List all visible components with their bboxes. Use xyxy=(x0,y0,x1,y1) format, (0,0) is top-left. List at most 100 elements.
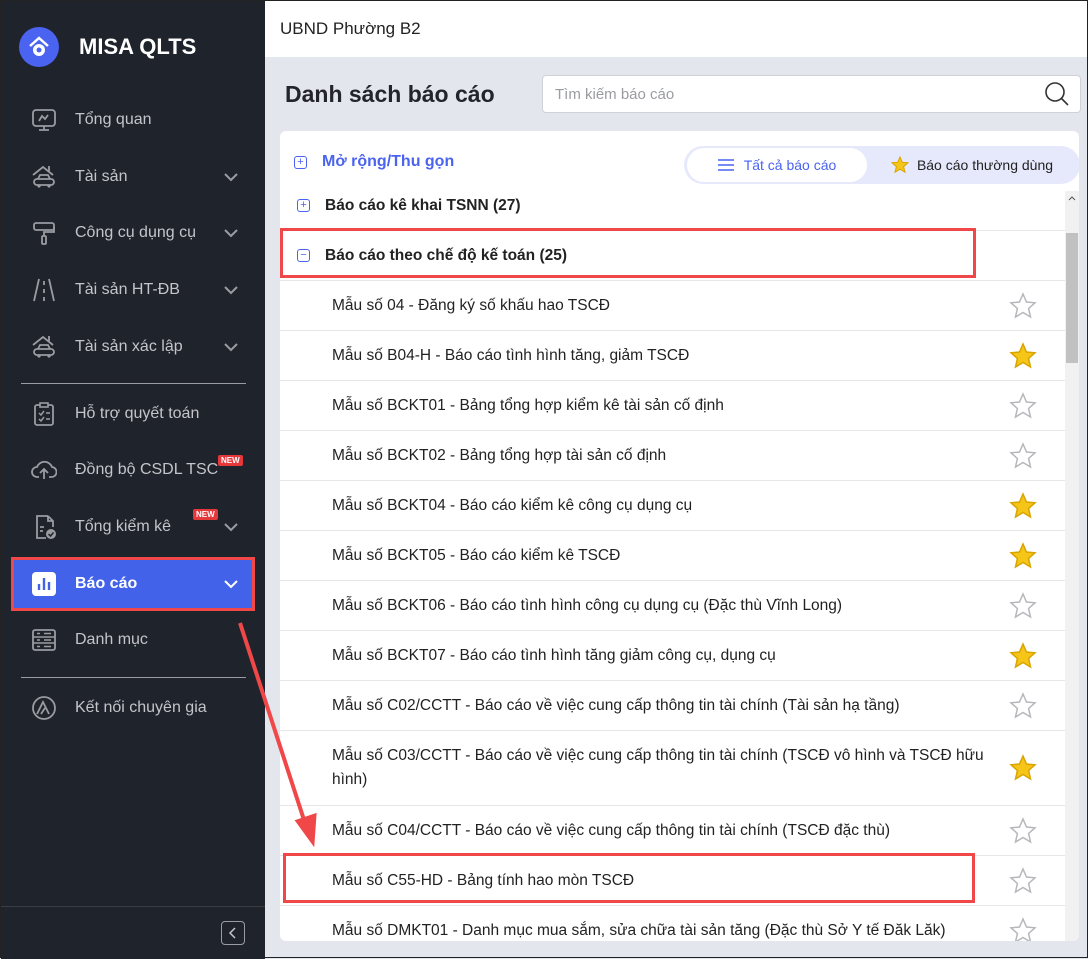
report-group-row[interactable]: + Báo cáo kê khai TSNN (27) xyxy=(280,181,1065,231)
report-row[interactable]: Mẫu số BCKT02 - Bảng tổng hợp tài sản cố… xyxy=(280,431,1065,481)
report-row[interactable]: Mẫu số C04/CCTT - Báo cáo về việc cung c… xyxy=(280,806,1065,856)
chevron-down-icon xyxy=(224,580,238,589)
scrollbar[interactable] xyxy=(1065,191,1079,941)
sidebar-item-ho-tro-quyet-toan[interactable]: Hỗ trợ quyết toán xyxy=(13,389,253,439)
report-row[interactable]: Mẫu số C55-HD - Bảng tính hao mòn TSCĐ xyxy=(280,856,1065,906)
search-box xyxy=(542,75,1081,113)
app-name: MISA QLTS xyxy=(79,34,197,59)
report-row[interactable]: Mẫu số BCKT06 - Báo cáo tình hình công c… xyxy=(280,581,1065,631)
sidebar-item-ket-noi-chuyen-gia[interactable]: Kết nối chuyên gia xyxy=(13,683,253,733)
sidebar-item-tai-san[interactable]: Tài sản xyxy=(13,152,253,202)
star-filled-icon[interactable] xyxy=(1009,641,1037,670)
document-check-icon xyxy=(29,514,59,540)
list-lines-icon xyxy=(717,159,734,171)
report-name: Mẫu số C04/CCTT - Báo cáo về việc cung c… xyxy=(332,821,890,839)
star-filled-icon[interactable] xyxy=(1009,491,1037,520)
report-row[interactable]: Mẫu số BCKT04 - Báo cáo kiểm kê công cụ … xyxy=(280,481,1065,531)
report-row[interactable]: Mẫu số C02/CCTT - Báo cáo về việc cung c… xyxy=(280,681,1065,731)
sidebar-item-label: Tài sản xyxy=(75,168,128,185)
collapse-sidebar-button[interactable] xyxy=(221,921,245,945)
sidebar-item-label: Tổng quan xyxy=(75,111,152,128)
report-group-row[interactable]: − Báo cáo theo chế độ kế toán (25) xyxy=(280,231,1065,281)
report-name: Mẫu số BCKT02 - Bảng tổng hợp tài sản cố… xyxy=(332,446,667,464)
scroll-up-icon[interactable] xyxy=(1065,192,1079,204)
plus-square-icon[interactable]: + xyxy=(297,199,310,212)
new-badge: NEW xyxy=(193,509,218,520)
star-outline-icon[interactable] xyxy=(1009,441,1037,470)
sidebar-item-tong-quan[interactable]: Tổng quan xyxy=(13,95,253,145)
scrollbar-thumb[interactable] xyxy=(1066,233,1078,363)
report-name: Mẫu số BCKT01 - Bảng tổng hợp kiểm kê tà… xyxy=(332,396,724,414)
expert-icon xyxy=(29,695,59,721)
report-filter-tabs: Tất cả báo cáo Báo cáo thường dùng xyxy=(684,146,1079,184)
sidebar: MISA QLTS Tổng quan Tài sản Công cụ dụng c… xyxy=(1,1,265,959)
tab-all-reports[interactable]: Tất cả báo cáo xyxy=(687,148,867,182)
sidebar-item-tong-kiem-ke[interactable]: Tổng kiểm kê NEW xyxy=(13,502,253,552)
expand-collapse-toggle[interactable]: + Mở rộng/Thu gọn xyxy=(294,153,454,171)
report-name: Mẫu số BCKT04 - Báo cáo kiểm kê công cụ … xyxy=(332,496,693,514)
star-outline-icon[interactable] xyxy=(1009,866,1037,895)
organization-name[interactable]: UBND Phường B2 xyxy=(280,19,421,39)
sidebar-item-tai-san-xac-lap[interactable]: Tài sản xác lập xyxy=(13,322,253,372)
star-outline-icon[interactable] xyxy=(1009,291,1037,320)
star-outline-icon[interactable] xyxy=(1009,591,1037,620)
search-icon[interactable] xyxy=(1044,81,1070,107)
bar-chart-icon xyxy=(29,571,59,597)
report-panel: + Mở rộng/Thu gọn Tất cả báo cáo Báo cáo… xyxy=(280,131,1079,941)
sidebar-divider xyxy=(21,677,246,678)
tab-favorite-label: Báo cáo thường dùng xyxy=(916,157,1054,173)
report-row[interactable]: Mẫu số DMKT01 - Danh mục mua sắm, sửa ch… xyxy=(280,906,1065,941)
minus-square-icon[interactable]: − xyxy=(297,249,310,262)
house-logo-icon xyxy=(19,27,59,67)
chevron-down-icon xyxy=(224,343,238,352)
star-filled-icon[interactable] xyxy=(1009,541,1037,570)
sidebar-divider xyxy=(21,383,246,384)
report-name: Mẫu số BCKT06 - Báo cáo tình hình công c… xyxy=(332,596,843,614)
report-group-label: Báo cáo kê khai TSNN (27) xyxy=(325,196,521,214)
sidebar-item-label: Tài sản HT-ĐB xyxy=(75,281,180,298)
report-name: Mẫu số C02/CCTT - Báo cáo về việc cung c… xyxy=(332,696,900,714)
report-row[interactable]: Mẫu số C03/CCTT - Báo cáo về việc cung c… xyxy=(280,731,1065,806)
sidebar-item-label: Danh mục xyxy=(75,631,148,648)
sidebar-item-label: Kết nối chuyên gia xyxy=(75,699,207,716)
report-row[interactable]: Mẫu số 04 - Đăng ký số khấu hao TSCĐ xyxy=(280,281,1065,331)
road-icon xyxy=(29,277,59,303)
report-row[interactable]: Mẫu số BCKT07 - Báo cáo tình hình tăng g… xyxy=(280,631,1065,681)
chevron-down-icon xyxy=(224,523,238,532)
house-car-icon xyxy=(29,334,59,360)
star-outline-icon[interactable] xyxy=(1009,391,1037,420)
star-filled-icon[interactable] xyxy=(1009,754,1037,782)
monitor-icon xyxy=(29,107,59,133)
page-title: Danh sách báo cáo xyxy=(285,81,495,107)
app-logo[interactable]: MISA QLTS xyxy=(19,27,196,67)
star-outline-icon[interactable] xyxy=(1009,916,1037,942)
sidebar-item-danh-muc[interactable]: Danh mục xyxy=(13,615,253,665)
sidebar-item-tai-san-ht-db[interactable]: Tài sản HT-ĐB xyxy=(13,265,253,315)
report-name: Mẫu số C03/CCTT - Báo cáo về việc cung c… xyxy=(332,747,984,788)
star-outline-icon[interactable] xyxy=(1009,691,1037,720)
clipboard-icon xyxy=(29,401,59,427)
sidebar-divider xyxy=(1,906,265,907)
paint-roller-icon xyxy=(29,220,59,246)
tab-all-reports-label: Tất cả báo cáo xyxy=(743,157,837,173)
report-name: Mẫu số DMKT01 - Danh mục mua sắm, sửa ch… xyxy=(332,921,946,939)
sidebar-item-label: Công cụ dụng cụ xyxy=(75,224,196,241)
sidebar-item-dong-bo-csdl-tsc[interactable]: Đồng bộ CSDL TSC NEW xyxy=(13,445,253,495)
sidebar-item-cong-cu-dung-cu[interactable]: Công cụ dụng cụ xyxy=(13,208,253,258)
search-input[interactable] xyxy=(555,85,1044,103)
sidebar-item-label: Đồng bộ CSDL TSC xyxy=(75,461,219,478)
tab-favorite-reports[interactable]: Báo cáo thường dùng xyxy=(867,148,1077,182)
chevron-down-icon xyxy=(224,286,238,295)
cloud-upload-icon xyxy=(29,457,59,483)
chevron-left-icon xyxy=(228,927,236,939)
chevron-down-icon xyxy=(224,173,238,182)
report-row[interactable]: Mẫu số BCKT05 - Báo cáo kiểm kê TSCĐ xyxy=(280,531,1065,581)
sidebar-item-bao-cao[interactable]: Báo cáo xyxy=(11,557,255,611)
star-outline-icon[interactable] xyxy=(1009,816,1037,845)
plus-square-icon: + xyxy=(294,155,307,169)
report-group-label: Báo cáo theo chế độ kế toán (25) xyxy=(325,246,568,264)
star-filled-icon[interactable] xyxy=(1009,341,1037,370)
star-filled-icon xyxy=(890,156,909,174)
report-row[interactable]: Mẫu số BCKT01 - Bảng tổng hợp kiểm kê tà… xyxy=(280,381,1065,431)
report-row[interactable]: Mẫu số B04-H - Báo cáo tình hình tăng, g… xyxy=(280,331,1065,381)
